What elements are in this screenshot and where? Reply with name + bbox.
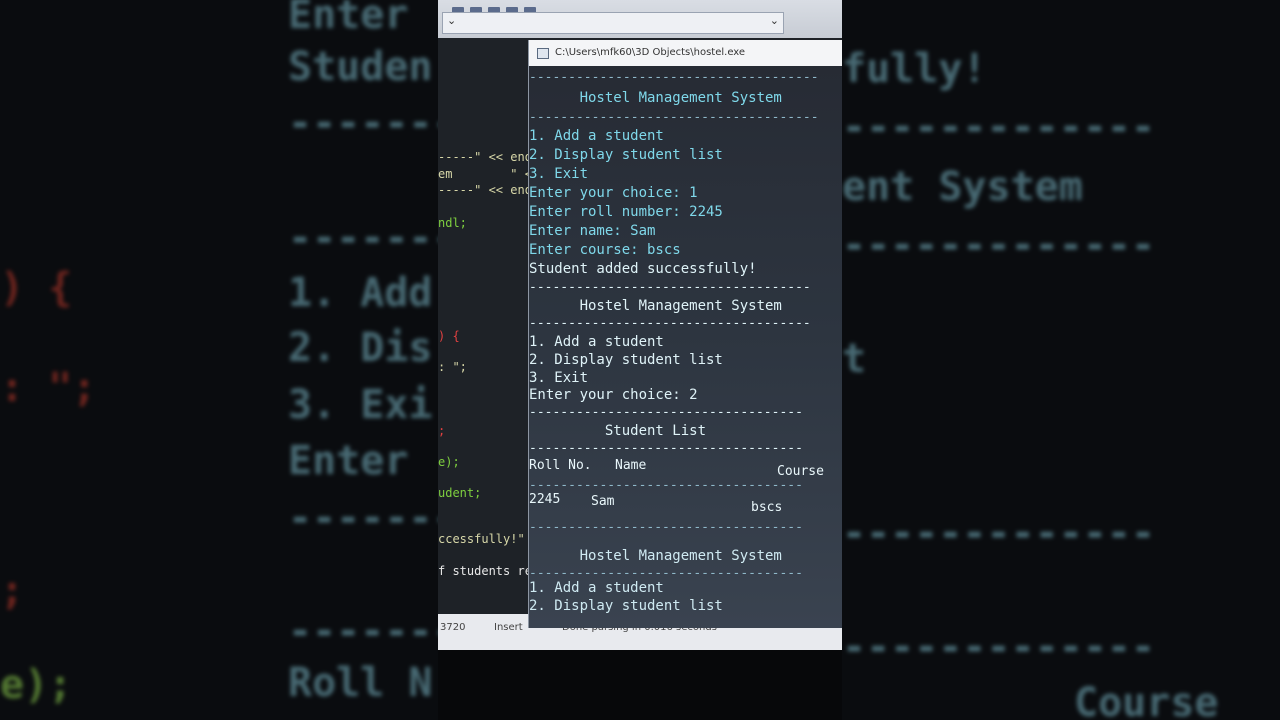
bg-text: : "; (0, 365, 97, 411)
console-line: 1. Add a student (529, 334, 664, 350)
table-header-cell: Name (615, 458, 647, 473)
chevron-down-icon: ⌄ (769, 14, 779, 27)
bg-text: ------------- (842, 222, 1156, 268)
bg-text: e); (0, 662, 73, 708)
table-cell: 2245 (529, 492, 561, 507)
bg-text: 2. Dis (288, 325, 433, 371)
console-line: Enter your choice: 2 (529, 387, 698, 403)
status-mode: Insert (494, 622, 523, 633)
bg-text: Enter (288, 0, 409, 38)
code-line: : "; (438, 360, 467, 374)
code-text: em " << (438, 167, 540, 181)
code-text: f students rea (438, 564, 540, 578)
code-line: ccessfully!" < (438, 532, 539, 546)
code-line: em " << (438, 167, 539, 181)
ide-scope-dropdown[interactable]: ⌄ ⌄ (442, 12, 784, 34)
bg-text: Enter (288, 438, 409, 484)
video-frame: ⌄ ⌄ -----" << end em " << -----" << end … (438, 0, 842, 720)
console-line: Enter name: Sam (529, 223, 656, 239)
console-separator: ----------------------------------- (529, 441, 803, 456)
background-right-blur: fully! ------------- ent System --------… (842, 0, 1280, 720)
code-text: ; (438, 424, 446, 438)
bg-text: t (842, 336, 867, 382)
bg-text: ------- (288, 495, 438, 541)
code-text: ) { (438, 329, 460, 343)
code-text: -----" << end (438, 150, 532, 164)
code-line: -----" << end (438, 150, 532, 164)
console-line: Hostel Management System (529, 548, 782, 564)
table-cell: bscs (751, 500, 783, 515)
bg-text: ------- (288, 100, 438, 146)
bg-text: ------------- (842, 510, 1156, 556)
console-line: Hostel Management System (529, 90, 782, 106)
chevron-down-icon: ⌄ (447, 14, 457, 27)
console-separator: ------------------------------------- (529, 110, 819, 125)
console-line: 1. Add a student (529, 580, 664, 596)
ide-toolbar: ⌄ ⌄ (438, 0, 842, 38)
console-titlebar[interactable]: C:\Users\mfk60\3D Objects\hostel.exe (529, 40, 842, 66)
bg-text: 3. Exi (288, 382, 433, 428)
console-app-icon (537, 48, 549, 59)
console-line: 3. Exit (529, 370, 589, 386)
desk-area (438, 650, 842, 720)
code-text: udent; (438, 486, 482, 500)
code-text: : "; (438, 360, 467, 374)
console-line: Student added successfully! (529, 261, 757, 277)
bg-text: ------------- (842, 104, 1156, 150)
console-line: Enter course: bscs (529, 242, 681, 258)
bg-text: ------- (288, 608, 438, 654)
console-line: 1. Add a student (529, 128, 664, 144)
bg-text: Studen (288, 44, 433, 90)
console-line: 2. Display student list (529, 352, 723, 368)
code-text: e); (438, 455, 460, 469)
table-cell: Sam (591, 494, 615, 509)
console-line: Student List (529, 423, 707, 439)
code-line: ; (438, 424, 445, 438)
code-line: e); (438, 455, 460, 469)
bg-text: ------------- (842, 624, 1156, 670)
console-line: 2. Display student list (529, 598, 723, 614)
window-title: C:\Users\mfk60\3D Objects\hostel.exe (555, 47, 746, 58)
code-line: ndl; (438, 216, 467, 230)
bg-text: ------- (288, 215, 438, 261)
bg-text: 1. Add (288, 270, 433, 316)
code-line: -----" << end (438, 183, 532, 197)
console-separator: ------------------------------------ (529, 316, 811, 331)
console-line: Hostel Management System (529, 298, 782, 314)
console-separator: ----------------------------------- (529, 478, 803, 493)
console-separator: ------------------------------------- (529, 70, 819, 85)
code-text: ccessfully!" < (438, 532, 540, 546)
bg-text: ) { (0, 265, 73, 311)
console-window[interactable]: C:\Users\mfk60\3D Objects\hostel.exe ---… (528, 40, 842, 628)
background-left-blur: Enter Studen ------- ------- ) { 1. Add … (0, 0, 438, 720)
bg-text: Roll N (288, 660, 433, 706)
console-separator: ------------------------------------ (529, 280, 811, 295)
table-header-cell: Roll No. (529, 458, 592, 473)
status-position: 3720 (440, 622, 466, 633)
console-line: Enter your choice: 1 (529, 185, 698, 201)
console-line: 3. Exit (529, 166, 589, 182)
bg-text: Course (1074, 680, 1219, 720)
code-line: ) { (438, 329, 460, 343)
console-separator: ----------------------------------- (529, 405, 803, 420)
toolbar-icons (452, 0, 542, 15)
console-line: Enter roll number: 2245 (529, 204, 723, 220)
code-text: ndl; (438, 216, 467, 230)
code-line: f students rea (438, 564, 539, 578)
code-line: udent; (438, 486, 481, 500)
bg-text: ent System (842, 164, 1083, 210)
console-separator: ----------------------------------- (529, 520, 803, 535)
console-line: 2. Display student list (529, 147, 723, 163)
bg-text: fully! (842, 46, 987, 92)
code-text: -----" << end (438, 183, 532, 197)
bg-text: ; (0, 568, 25, 614)
